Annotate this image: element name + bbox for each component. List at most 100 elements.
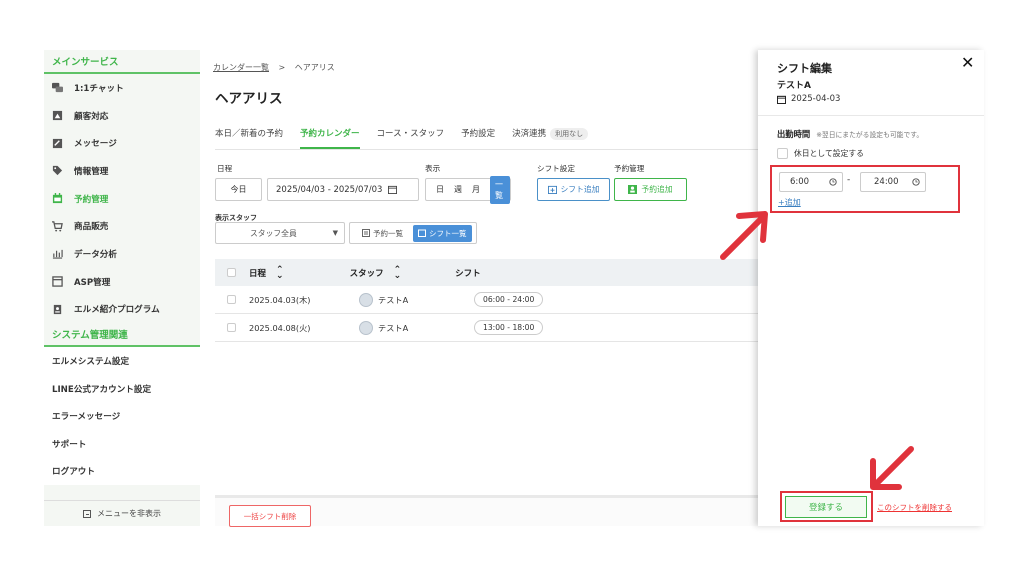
holiday-option[interactable]: 休日として設定する [777, 148, 864, 159]
arrow-icon [720, 211, 768, 260]
delete-shift-link[interactable]: このシフトを削除する [877, 502, 952, 513]
tab-reservation-settings[interactable]: 予約設定 [461, 127, 495, 149]
add-reservation-label: 予約追加 [641, 185, 673, 194]
work-hours-title: 出勤時間 [777, 129, 811, 139]
drawer-divider [758, 115, 984, 116]
calendar-icon [388, 185, 398, 194]
add-shift-label: シフト追加 [560, 185, 600, 194]
tab-label: 決済連携 [512, 129, 547, 139]
sidebar-item-referral[interactable]: エルメ紹介プログラム [44, 296, 200, 324]
tab-today-new[interactable]: 本日／新着の予約 [215, 127, 283, 149]
sidebar-section-system: システム管理関連 [44, 323, 200, 348]
view-list[interactable]: 一覧 [490, 175, 510, 204]
bulk-delete-shift-button[interactable]: 一括シフト削除 [229, 505, 311, 527]
tab-label: 予約設定 [461, 129, 496, 139]
view-week[interactable]: 週 [454, 184, 462, 195]
sidebar-item-info[interactable]: 情報管理 [44, 157, 200, 185]
view-day[interactable]: 日 [436, 184, 444, 195]
close-icon[interactable]: ✕ [961, 53, 974, 72]
sidebar-item-customer[interactable]: 顧客対応 [44, 102, 200, 130]
add-reservation-button[interactable]: 予約追加 [614, 178, 687, 201]
sidebar-item-logout[interactable]: ログアウト [44, 458, 200, 486]
sidebar: メインサービス 1:1チャット 顧客対応 メッセージ 情報管理 予約管理 商品販… [44, 50, 200, 526]
sidebar-item-system-settings[interactable]: エルメシステム設定 [44, 347, 200, 375]
tab-reservation-calendar[interactable]: 予約カレンダー [300, 127, 360, 149]
header-shift: シフト [455, 268, 481, 279]
hide-menu-button[interactable]: メニューを非表示 [44, 500, 200, 526]
row-staff: テストA [378, 322, 409, 333]
tag-icon [52, 165, 63, 176]
highlight-box-time [770, 165, 960, 213]
date-range-picker[interactable]: 2025/04/03 - 2025/07/03 [267, 178, 419, 201]
sort-staff-icon[interactable]: ⌃ ⌄ [394, 265, 402, 280]
sidebar-item-asp[interactable]: ASP管理 [44, 268, 200, 296]
person-icon [628, 185, 638, 194]
cart-icon [52, 221, 63, 232]
sidebar-item-reservation[interactable]: 予約管理 [44, 185, 200, 213]
sidebar-item-error-messages[interactable]: エラーメッセージ [44, 402, 200, 430]
holiday-label: 休日として設定する [794, 149, 864, 158]
sidebar-item-chat[interactable]: 1:1チャット [44, 74, 200, 102]
select-all-checkbox[interactable] [227, 268, 236, 277]
reservation-list-label: 予約一覧 [373, 228, 403, 238]
tab-divider [215, 149, 758, 150]
work-hours-label: 出勤時間 ※翌日にまたがる設定も可能です。 [777, 128, 923, 140]
calendar-icon [777, 95, 786, 104]
today-button[interactable]: 今日 [215, 178, 262, 201]
sidebar-item-support[interactable]: サポート [44, 430, 200, 458]
breadcrumb: カレンダー一覧 > ヘアアリス [213, 62, 335, 73]
row-checkbox[interactable] [227, 295, 236, 304]
row-shift[interactable]: 06:00 - 24:00 [474, 292, 544, 307]
table-row[interactable]: 2025.04.08(火) テストA 13:00 - 18:00 [215, 314, 758, 342]
sidebar-system-list: エルメシステム設定 LINE公式アカウント設定 エラーメッセージ サポート ログ… [44, 347, 200, 486]
document-icon [362, 229, 370, 237]
staff-select[interactable]: スタッフ全員 ▼ [215, 222, 345, 244]
table-row[interactable]: 2025.04.03(木) テストA 06:00 - 24:00 [215, 286, 758, 314]
header-staff[interactable]: スタッフ [350, 267, 384, 279]
tab-course-staff[interactable]: コース・スタッフ [377, 127, 445, 149]
staff-name: テストA [777, 81, 811, 91]
sidebar-item-analytics[interactable]: データ分析 [44, 240, 200, 268]
sidebar-item-line-settings[interactable]: LINE公式アカウント設定 [44, 375, 200, 403]
referral-icon [52, 304, 63, 315]
main-content: カレンダー一覧 > ヘアアリス ヘアアリス 本日／新着の予約 予約カレンダー コ… [200, 50, 758, 527]
breadcrumb-calendar-list[interactable]: カレンダー一覧 [213, 63, 269, 72]
sidebar-item-label: メッセージ [74, 139, 117, 150]
drawer-title: シフト編集 [777, 62, 832, 75]
chart-icon [52, 248, 63, 260]
row-shift[interactable]: 13:00 - 18:00 [474, 320, 544, 335]
shift-list-toggle[interactable]: シフト一覧 [413, 224, 472, 242]
add-shift-button[interactable]: シフト追加 [537, 178, 610, 201]
bottom-action-bar: 一括シフト削除 [215, 495, 758, 527]
shift-date: 2025-04-03 [777, 94, 840, 104]
highlight-box-register [780, 491, 873, 522]
chat-icon [52, 82, 63, 93]
tab-payment[interactable]: 決済連携 利用なし [512, 127, 589, 149]
reservation-list-toggle[interactable]: 予約一覧 [362, 228, 403, 239]
shift-settings-label: シフト設定 [537, 164, 575, 173]
sidebar-item-label: エルメ紹介プログラム [74, 305, 160, 316]
sort-date-icon[interactable]: ⌃ ⌄ [276, 265, 284, 280]
holiday-checkbox[interactable] [777, 148, 788, 159]
reservation-mgmt-label: 予約管理 [614, 164, 645, 173]
staff-select-value: スタッフ全員 [250, 228, 297, 238]
sidebar-item-sales[interactable]: 商品販売 [44, 212, 200, 240]
row-date: 2025.04.08(火) [249, 322, 311, 333]
sidebar-item-label: データ分析 [74, 249, 117, 260]
sidebar-item-label: 予約管理 [74, 194, 109, 205]
view-month[interactable]: 月 [472, 184, 480, 195]
shift-list-label: シフト一覧 [429, 228, 467, 238]
tab-label: 本日／新着の予約 [215, 129, 284, 139]
tab-bar: 本日／新着の予約 予約カレンダー コース・スタッフ 予約設定 決済連携 利用なし [215, 127, 589, 149]
view-switcher: 日 週 月 一覧 [425, 175, 511, 204]
sidebar-item-label: ASP管理 [74, 277, 111, 288]
display-label: 表示 [425, 164, 441, 173]
customer-icon [52, 110, 63, 121]
sidebar-item-message[interactable]: メッセージ [44, 129, 200, 157]
row-checkbox[interactable] [227, 323, 236, 332]
row-staff: テストA [378, 294, 409, 305]
header-date[interactable]: 日程 [249, 267, 266, 279]
message-icon [52, 138, 63, 149]
row-date: 2025.04.03(木) [249, 294, 311, 305]
sidebar-item-label: 商品販売 [74, 222, 109, 233]
